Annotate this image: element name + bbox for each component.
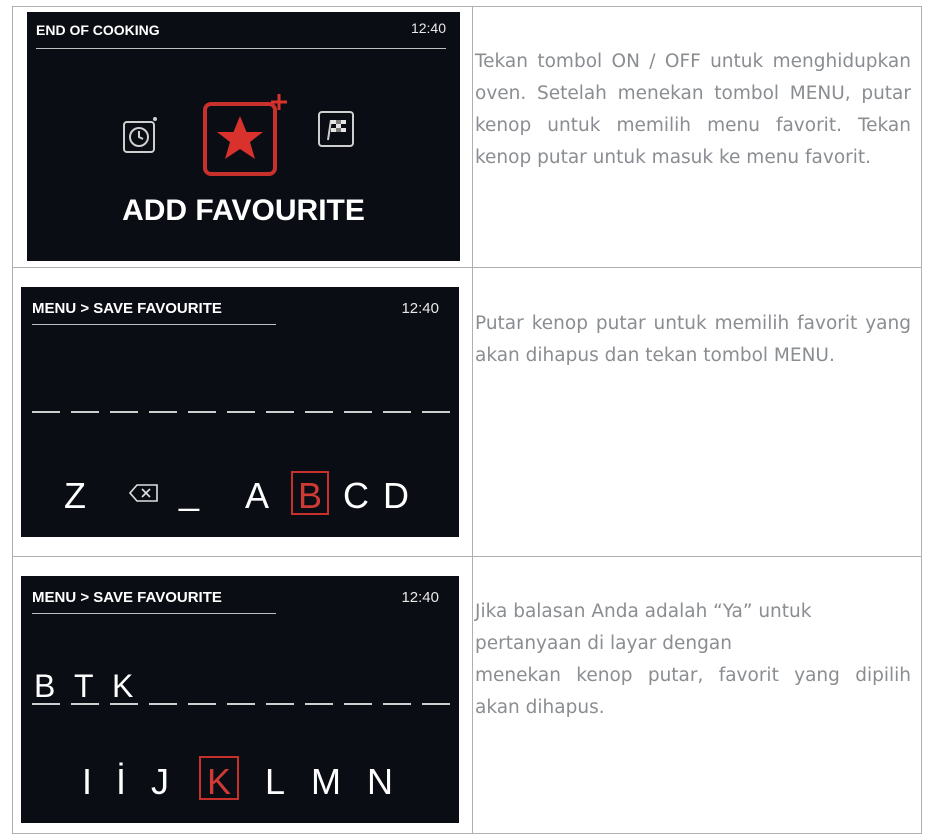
keyboard-key-selected[interactable]: B [298, 475, 322, 517]
instruction-text-2: Putar kenop putar untuk memilih favorit … [475, 313, 911, 366]
instruction-text-1: Tekan tombol ON / OFF untuk menghidupkan… [475, 51, 911, 168]
keyboard-key-selected[interactable]: K [207, 761, 231, 803]
screen-title: MENU > SAVE FAVOURITE [32, 300, 222, 317]
row-divider [13, 267, 921, 268]
keyboard-key[interactable]: I [82, 761, 92, 803]
keyboard-key[interactable]: D [383, 475, 409, 517]
entered-letter: B [34, 668, 56, 704]
row-divider [13, 556, 921, 557]
keyboard-key[interactable]: C [343, 475, 369, 517]
keyboard-key[interactable]: L [265, 761, 285, 803]
screen-mode-label: ADD FAVOURITE [122, 194, 365, 227]
oven-screen-save-favourite-keyboard: MENU > SAVE FAVOURITE 12:40 Z _ A B C D [21, 287, 459, 537]
screen-title-underline [32, 324, 276, 325]
column-divider [472, 7, 473, 833]
screen-time: 12:40 [410, 20, 446, 36]
keyboard-key[interactable]: N [367, 761, 393, 803]
timer-icon [123, 117, 157, 153]
keyboard-key[interactable]: Z [64, 475, 86, 517]
keyboard-key[interactable]: J [151, 761, 169, 803]
screen-title: END OF COOKING [36, 22, 160, 38]
screen-title-underline [32, 613, 276, 614]
instruction-text-3-line1: Jika balasan Anda adalah “Ya” untuk pert… [475, 601, 812, 654]
oven-screen-end-of-cooking: END OF COOKING 12:40 ADD FAVOURITE [27, 12, 460, 261]
instruction-text-3: Jika balasan Anda adalah “Ya” untuk pert… [475, 596, 911, 724]
finish-flag-icon [318, 111, 354, 147]
screen-time: 12:40 [401, 300, 439, 317]
backspace-icon[interactable] [129, 483, 159, 503]
screen-time: 12:40 [401, 589, 439, 606]
keyboard-key[interactable]: M [311, 761, 341, 803]
keyboard-key[interactable]: İ [116, 761, 126, 803]
instruction-text-3-line2: menekan kenop putar, favorit yang dipili… [475, 665, 911, 718]
keyboard-key[interactable]: A [245, 475, 269, 517]
add-favourite-star-icon [203, 94, 287, 176]
oven-screen-save-favourite-entered: MENU > SAVE FAVOURITE 12:40 B T K I İ J … [21, 576, 459, 823]
keyboard-key-space[interactable]: _ [179, 471, 199, 513]
entered-letter: K [112, 668, 134, 704]
screen-title-underline [36, 48, 446, 49]
screen-title: MENU > SAVE FAVOURITE [32, 589, 222, 606]
entered-letter: T [74, 668, 94, 704]
